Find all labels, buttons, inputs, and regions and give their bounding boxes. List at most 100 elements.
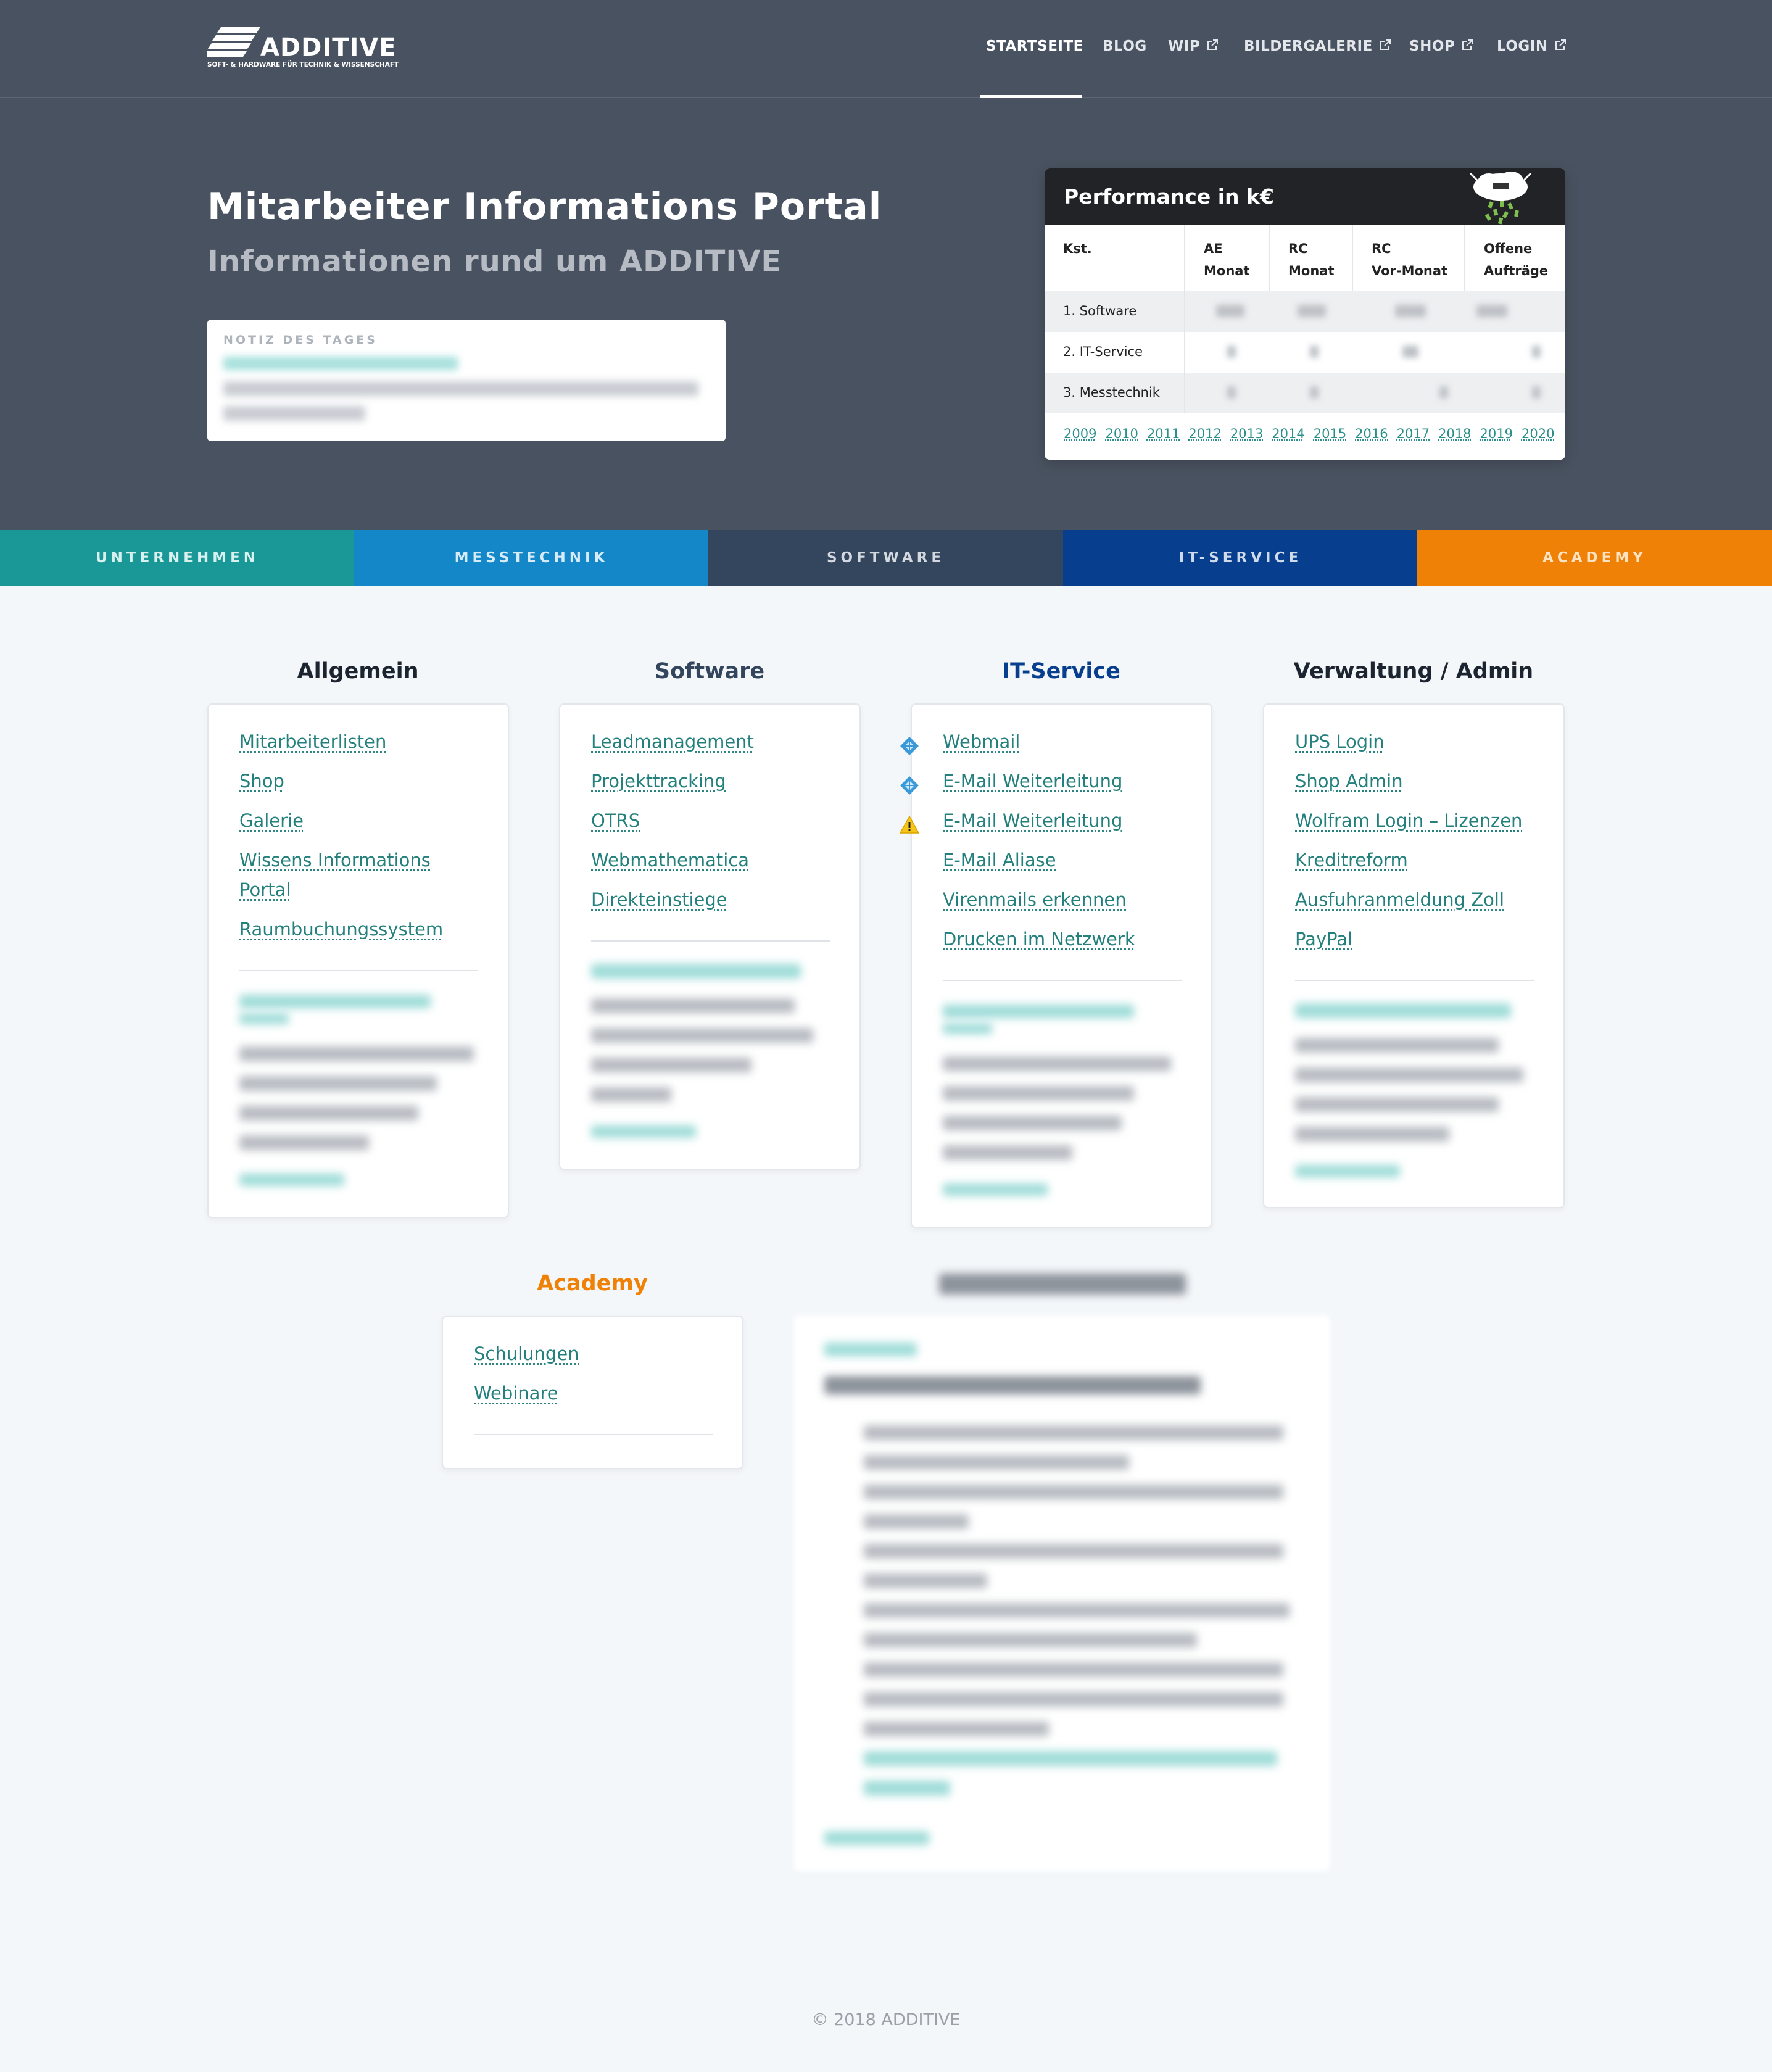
service-status-ok-icon: [900, 737, 919, 755]
year-link[interactable]: 2017: [1397, 426, 1430, 441]
navbar: ADDITIVE SOFT- & HARDWARE FÜR TECHNIK & …: [0, 0, 1772, 98]
link-wolfram-login[interactable]: Wolfram Login – Lizenzen: [1295, 806, 1522, 835]
link-virenmails-erkennen[interactable]: Virenmails erkennen: [943, 885, 1127, 914]
link-shop-admin[interactable]: Shop Admin: [1295, 766, 1403, 796]
nav-shop[interactable]: SHOP: [1409, 38, 1473, 59]
redacted-link: [239, 995, 431, 1008]
redacted-text: [864, 1662, 1283, 1677]
link-direkteinstiege[interactable]: Direkteinstiege: [591, 885, 727, 914]
link-shop[interactable]: Shop: [239, 766, 284, 796]
category-messtechnik[interactable]: MESSTECHNIK: [354, 530, 709, 586]
redacted-text: [864, 1692, 1283, 1707]
nav-blog[interactable]: BLOG: [1103, 38, 1147, 59]
category-it-service[interactable]: IT-SERVICE: [1063, 530, 1418, 586]
link-kreditreform[interactable]: Kreditreform: [1295, 845, 1408, 875]
service-status-ok-icon: [900, 776, 919, 795]
redacted-link: [1295, 1165, 1400, 1177]
divider: [239, 970, 478, 971]
link-projekttracking[interactable]: Projekttracking: [591, 766, 726, 796]
year-link[interactable]: 2010: [1105, 426, 1138, 441]
year-link[interactable]: 2009: [1064, 426, 1096, 441]
table-row: 1. Software: [1045, 291, 1565, 332]
redacted-link: [239, 1174, 344, 1186]
link-wissens-informations-portal[interactable]: Portal: [239, 875, 291, 905]
hero-area: ADDITIVE SOFT- & HARDWARE FÜR TECHNIK & …: [0, 0, 1772, 530]
redacted-text: [864, 1544, 1283, 1559]
redacted-text: [591, 998, 795, 1013]
category-unternehmen[interactable]: UNTERNEHMEN: [0, 530, 355, 586]
redacted-link: [943, 1005, 1134, 1018]
link-schulungen[interactable]: Schulungen: [474, 1339, 579, 1369]
link-raumbuchungssystem[interactable]: Raumbuchungssystem: [239, 914, 443, 944]
col-head-ae-monat: AE Monat: [1185, 225, 1270, 291]
redacted-text: [864, 1603, 1290, 1618]
nav-wip[interactable]: WIP: [1168, 38, 1219, 59]
link-webmail[interactable]: Webmail: [943, 727, 1020, 756]
link-drucken-im-netzwerk[interactable]: Drucken im Netzwerk: [943, 924, 1135, 954]
section-title-verwaltung-admin: Verwaltung / Admin: [1293, 659, 1534, 684]
link-ausfuhranmeldung-zoll[interactable]: Ausfuhranmeldung Zoll: [1295, 885, 1504, 914]
redacted-link: [239, 1013, 289, 1024]
col-head-kst: Kst.: [1045, 225, 1185, 291]
redacted-text: [1295, 1067, 1523, 1082]
page-title: Mitarbeiter Informations Portal: [207, 185, 882, 228]
link-ups-login[interactable]: UPS Login: [1295, 727, 1385, 756]
nav-label: BLOG: [1103, 38, 1147, 54]
redacted-link: [864, 1751, 1277, 1766]
link-paypal[interactable]: PayPal: [1295, 924, 1352, 954]
nav-bildergalerie[interactable]: BILDERGALERIE: [1244, 38, 1391, 59]
nav-label: BILDERGALERIE: [1244, 38, 1373, 54]
row-label: 1. Software: [1063, 304, 1137, 318]
link-email-aliase[interactable]: E-Mail Aliase: [943, 845, 1056, 875]
section-title-it-service: IT-Service: [1002, 659, 1120, 684]
link-galerie[interactable]: Galerie: [239, 806, 304, 835]
table-row: 2. IT-Service: [1045, 332, 1565, 373]
redacted-text: [864, 1722, 1049, 1736]
logo[interactable]: ADDITIVE SOFT- & HARDWARE FÜR TECHNIK & …: [207, 26, 399, 73]
active-nav-indicator: [980, 95, 1082, 98]
redacted-link: [1295, 1003, 1511, 1018]
note-heading: NOTIZ DES TAGES: [223, 333, 378, 347]
year-link[interactable]: 2014: [1272, 426, 1304, 441]
divider: [591, 940, 830, 942]
redacted-text: [864, 1485, 1283, 1499]
warning-icon: [899, 815, 920, 834]
section-title-software: Software: [654, 659, 765, 684]
year-link[interactable]: 2019: [1480, 426, 1513, 441]
year-link[interactable]: 2013: [1230, 426, 1263, 441]
link-webinare[interactable]: Webinare: [474, 1378, 558, 1408]
redacted-text: [864, 1425, 1283, 1440]
link-email-weiterleitung[interactable]: E-Mail Weiterleitung: [943, 766, 1122, 796]
card-software: Leadmanagement Projekttracking OTRS Webm…: [559, 703, 861, 1170]
year-link[interactable]: 2016: [1355, 426, 1388, 441]
nav-login[interactable]: LOGIN: [1497, 38, 1567, 59]
link-mitarbeiterlisten[interactable]: Mitarbeiterlisten: [239, 727, 386, 756]
redacted-link: [864, 1781, 950, 1796]
link-email-weiterleitung-2[interactable]: E-Mail Weiterleitung: [943, 806, 1122, 835]
redacted-text: [1295, 1038, 1499, 1053]
year-link[interactable]: 2020: [1522, 426, 1554, 441]
external-link-icon: [1380, 39, 1391, 50]
year-link[interactable]: 2018: [1438, 426, 1471, 441]
row-label: 2. IT-Service: [1063, 344, 1143, 359]
section-title-academy: Academy: [537, 1271, 648, 1296]
redacted-text: [239, 1135, 369, 1150]
nav-label: LOGIN: [1497, 38, 1548, 54]
divider: [474, 1434, 713, 1435]
redacted-text: [824, 1376, 1201, 1394]
redacted-text: [943, 1086, 1134, 1101]
money-cloud-icon: [1469, 172, 1532, 225]
nav-startseite[interactable]: STARTSEITE: [986, 38, 1083, 59]
redacted-text: [864, 1455, 1129, 1470]
link-wissens-informations-portal[interactable]: Wissens Informations: [239, 845, 431, 875]
link-webmathematica[interactable]: Webmathematica: [591, 845, 749, 875]
year-link[interactable]: 2012: [1188, 426, 1221, 441]
year-link[interactable]: 2015: [1314, 426, 1346, 441]
year-link[interactable]: 2011: [1147, 426, 1180, 441]
link-otrs[interactable]: OTRS: [591, 806, 640, 835]
redacted-text: [1295, 1127, 1449, 1142]
link-leadmanagement[interactable]: Leadmanagement: [591, 727, 754, 756]
category-software[interactable]: SOFTWARE: [708, 530, 1063, 586]
category-academy[interactable]: ACADEMY: [1417, 530, 1772, 586]
redacted-link: [943, 1183, 1048, 1196]
